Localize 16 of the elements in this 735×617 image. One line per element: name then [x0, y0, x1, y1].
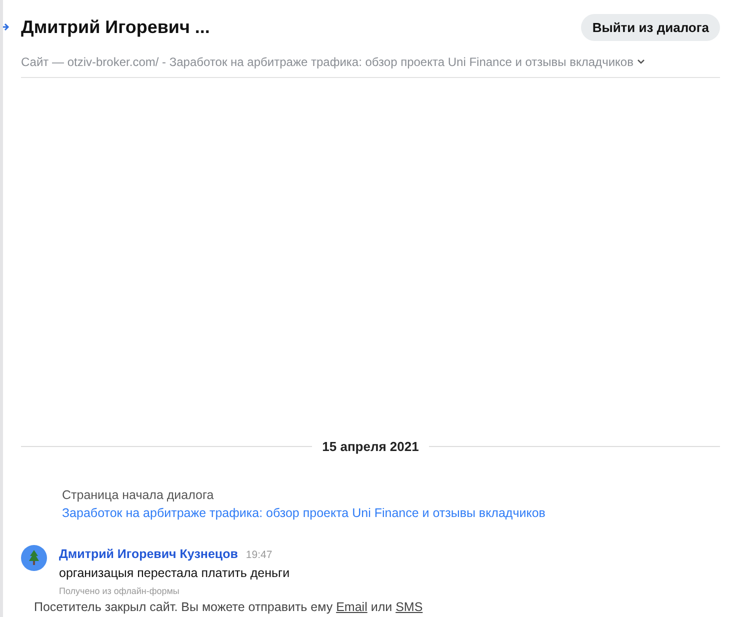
exit-dialog-button[interactable]: Выйти из диалога	[581, 14, 720, 41]
closed-site-notice: Посетитель закрыл сайт. Вы можете отправить ему Email или SMS	[34, 600, 424, 614]
email-link[interactable]: Email	[336, 600, 368, 614]
message-time: 19:47	[246, 549, 272, 561]
start-page-label: Страница начала диалога	[62, 488, 215, 502]
message-author: Дмитрий Игоревич Кузнецов	[59, 547, 238, 561]
start-page-link[interactable]: Заработок на арбитраже трафика: обзор проекта Uni Finance и отзывы вкладчиков	[62, 506, 720, 520]
site-info: Сайт — otziv-broker.com/ - Заработок на арбитраже трафика: обзор проекта Uni Finance и отзывы вкладчиков	[21, 55, 634, 69]
avatar-tree-icon	[21, 545, 47, 571]
message-source: Получено из офлайн-формы	[59, 586, 180, 596]
date-divider: 15 апреля 2021	[322, 439, 419, 454]
arrow-icon	[3, 22, 10, 32]
chevron-icon[interactable]	[637, 59, 646, 65]
sms-link[interactable]: SMS	[396, 600, 423, 614]
visitor-name: Дмитрий Игоревич ...	[21, 17, 210, 38]
message-text: организацыя перестала платить деньги	[59, 566, 290, 580]
